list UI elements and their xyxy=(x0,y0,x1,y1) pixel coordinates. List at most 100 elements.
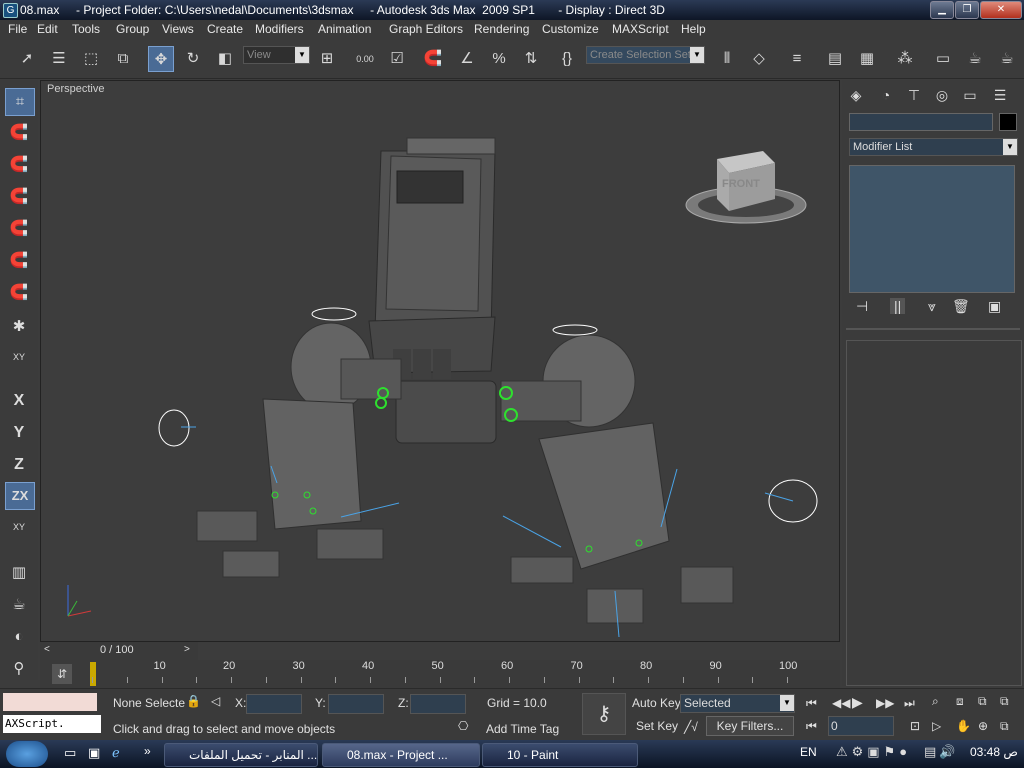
tray-icons[interactable]: ⚠⚙▣⚑● xyxy=(836,744,911,760)
show-desktop-icon[interactable]: ▭ xyxy=(64,745,76,761)
time-slider[interactable]: < 0 / 100 > xyxy=(40,642,198,660)
edit-named-selection-icon[interactable]: {} xyxy=(554,46,580,72)
menu-customize[interactable]: Customize xyxy=(542,22,599,36)
curve-editor-icon[interactable]: ▤ xyxy=(822,46,848,72)
object-name-field[interactable] xyxy=(849,113,993,131)
layer-manager-icon[interactable]: ≡ xyxy=(784,46,810,72)
auto-key-button[interactable]: Auto Key xyxy=(632,696,681,710)
start-button[interactable] xyxy=(6,741,48,767)
field-of-view-icon[interactable]: ▷ xyxy=(932,719,941,733)
menu-views[interactable]: Views xyxy=(162,22,194,36)
display-tab-icon[interactable]: ▭ xyxy=(958,84,982,106)
menu-file[interactable]: File xyxy=(8,22,27,36)
modifier-list-dropdown[interactable]: Modifier List ▼ xyxy=(849,138,1018,156)
maximize-viewport-icon[interactable]: ⧉ xyxy=(1000,719,1009,734)
menu-maxscript[interactable]: MAXScript xyxy=(612,22,669,36)
reference-coordinate-dropdown[interactable]: View ▼ xyxy=(243,46,310,64)
align-icon[interactable]: ◇ xyxy=(746,46,772,72)
previous-frame-icon[interactable]: ◀◀ xyxy=(832,696,850,710)
rectangular-selection-icon[interactable]: ⬚ xyxy=(78,46,104,72)
maxscript-listener-pink[interactable] xyxy=(3,693,97,711)
spinner-snap-icon[interactable]: ⇅ xyxy=(518,46,544,72)
set-key-icon[interactable]: ⚷ xyxy=(582,693,626,735)
window-crossing-icon[interactable]: ⧉ xyxy=(110,46,136,72)
snap-options-icon[interactable]: ✱ xyxy=(5,314,33,340)
x-coordinate-input[interactable] xyxy=(246,694,302,714)
quick-launch-more-icon[interactable]: » xyxy=(144,744,151,758)
snap-icon[interactable]: 🧲 xyxy=(5,184,33,210)
select-object-icon[interactable]: ➚ xyxy=(14,46,40,72)
key-mode-toggle-icon[interactable]: ⏮ xyxy=(806,719,817,734)
go-to-end-icon[interactable]: ⏭ xyxy=(904,696,915,711)
render-setup-icon[interactable]: ▭ xyxy=(930,46,956,72)
absolute-mode-icon[interactable]: ◁ xyxy=(211,694,220,708)
select-and-scale-icon[interactable]: ◧ xyxy=(212,46,238,72)
mirror-icon[interactable]: ⫴ xyxy=(714,46,740,72)
language-indicator[interactable]: EN xyxy=(800,745,817,759)
snap-icon[interactable]: 🧲 xyxy=(5,280,33,306)
sphere-icon[interactable]: ◐ xyxy=(5,624,33,650)
maxscript-mini-listener[interactable]: AXScript. xyxy=(3,715,101,733)
network-volume-icons[interactable]: ▤🔊 xyxy=(924,744,958,760)
maximize-button[interactable]: ❐ xyxy=(955,1,979,19)
minimize-button[interactable]: ▁ xyxy=(930,1,954,19)
snap-icon[interactable]: 🧲 xyxy=(5,216,33,242)
go-to-start-icon[interactable]: ⏮ xyxy=(806,696,817,711)
light-icon[interactable]: ⚲ xyxy=(5,656,33,682)
axis-zx-button[interactable]: ZX xyxy=(5,482,35,510)
percent-snap-spinner[interactable]: 0.00 xyxy=(352,46,378,72)
stack-icon[interactable]: ▥ xyxy=(5,560,33,586)
add-time-tag-button[interactable]: Add Time Tag xyxy=(486,722,559,736)
snaps-grid-icon[interactable]: ⌗ xyxy=(5,88,35,116)
menu-modifiers[interactable]: Modifiers xyxy=(255,22,304,36)
play-icon[interactable]: ▶ xyxy=(852,694,863,711)
z-coordinate-input[interactable] xyxy=(410,694,466,714)
manipulate-icon[interactable]: ☑ xyxy=(384,46,410,72)
select-by-name-icon[interactable]: ☰ xyxy=(46,46,72,72)
quick-render-icon[interactable]: ☕ xyxy=(994,46,1020,72)
key-filters-button[interactable]: Key Filters... xyxy=(706,716,794,736)
configure-modifier-sets-icon[interactable]: ▣ xyxy=(988,298,1001,315)
lock-selection-icon[interactable]: 🔒 xyxy=(186,694,201,708)
time-configuration-icon[interactable]: ⊡ xyxy=(910,719,920,733)
teapot-icon[interactable]: ☕ xyxy=(5,592,33,618)
schematic-view-icon[interactable]: ▦ xyxy=(854,46,880,72)
close-button[interactable]: ✕ xyxy=(980,1,1022,19)
menu-rendering[interactable]: Rendering xyxy=(474,22,529,36)
set-key-button[interactable]: Set Key xyxy=(636,719,678,733)
axis-x-button[interactable]: X xyxy=(5,388,33,414)
show-end-result-icon[interactable]: || xyxy=(890,298,906,314)
zoom-extents-all-icon[interactable]: ⧉ xyxy=(1000,694,1009,709)
named-selection-set-input[interactable]: Create Selection Set ▼ xyxy=(586,46,705,64)
make-unique-icon[interactable]: ⩔ xyxy=(928,298,936,315)
snap-icon[interactable]: 🧲 xyxy=(5,120,33,146)
menu-edit[interactable]: Edit xyxy=(37,22,58,36)
remove-modifier-icon[interactable]: 🗑 xyxy=(952,298,970,315)
hierarchy-tab-icon[interactable]: ⊤ xyxy=(902,84,926,106)
switch-windows-icon[interactable]: ▣ xyxy=(88,745,100,761)
create-tab-icon[interactable]: ◈ xyxy=(844,84,868,106)
menu-animation[interactable]: Animation xyxy=(318,22,371,36)
menu-group[interactable]: Group xyxy=(116,22,149,36)
menu-graph-editors[interactable]: Graph Editors xyxy=(389,22,463,36)
material-editor-icon[interactable]: ⁂ xyxy=(892,46,918,72)
axis-xy-snap-icon[interactable]: XY xyxy=(5,344,33,370)
perspective-viewport[interactable]: Perspective FRONT xyxy=(40,80,840,642)
current-frame-input[interactable]: 0 xyxy=(828,716,894,736)
modifier-stack-list[interactable] xyxy=(849,165,1015,293)
pan-view-icon[interactable]: ✋ xyxy=(956,719,971,733)
motion-tab-icon[interactable]: ◎ xyxy=(930,84,954,106)
snap-icon[interactable]: 🧲 xyxy=(5,248,33,274)
axis-y-button[interactable]: Y xyxy=(5,420,33,446)
time-next-icon[interactable]: > xyxy=(184,644,190,655)
key-mode-dropdown[interactable]: Selected ▼ xyxy=(680,694,795,713)
modify-tab-icon[interactable]: ◔ xyxy=(874,84,898,106)
pivot-center-icon[interactable]: ⊞ xyxy=(314,46,340,72)
zoom-icon[interactable]: ⌕ xyxy=(932,694,939,709)
y-coordinate-input[interactable] xyxy=(328,694,384,714)
menu-tools[interactable]: Tools xyxy=(72,22,100,36)
time-prev-icon[interactable]: < xyxy=(44,644,50,655)
angle-snap-icon[interactable]: ∠ xyxy=(454,46,480,72)
robot-model[interactable] xyxy=(196,137,734,624)
default-tangents-icon[interactable]: ╱√ xyxy=(684,720,698,734)
